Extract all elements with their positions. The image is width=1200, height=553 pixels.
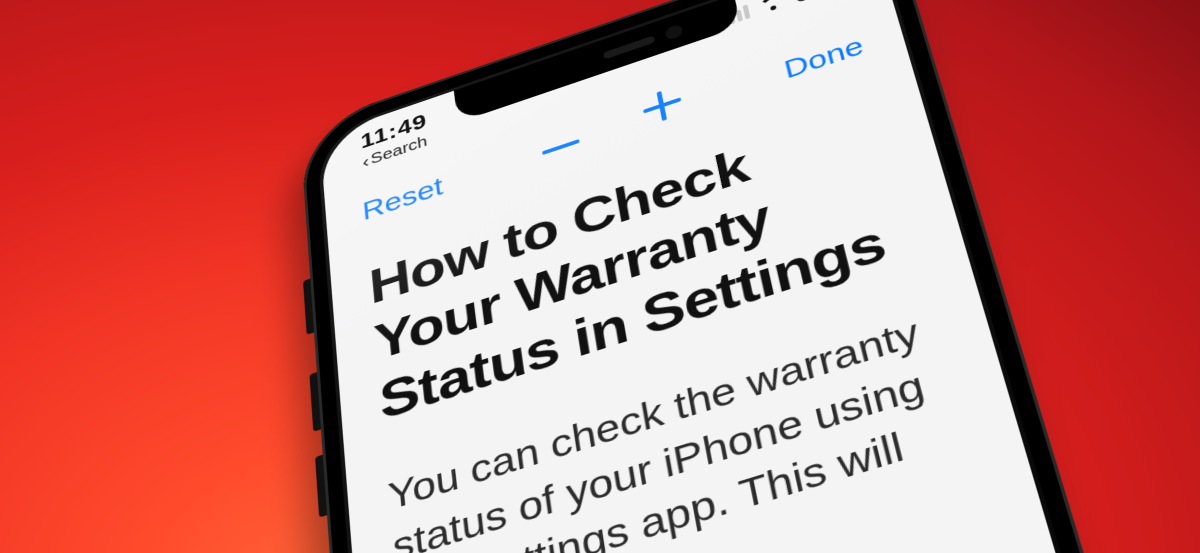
chevron-left-icon: ‹ <box>362 153 370 171</box>
decrease-text-button[interactable] <box>539 120 582 167</box>
status-bar-left: 11:49 ‹ Search <box>360 109 431 171</box>
wifi-icon <box>758 0 786 14</box>
status-bar-right: ⚡︎ <box>720 0 839 28</box>
iphone-screen: 11:49 ‹ Search ⚡︎ Reset Done <box>320 0 1200 553</box>
reset-button[interactable]: Reset <box>361 171 444 226</box>
increase-text-button[interactable] <box>641 88 686 135</box>
minus-icon <box>542 139 580 155</box>
plus-icon <box>640 85 683 126</box>
battery-charging-icon: ⚡︎ <box>794 0 839 3</box>
photo-stage: 11:49 ‹ Search ⚡︎ Reset Done <box>0 0 1200 553</box>
iphone-device: 11:49 ‹ Search ⚡︎ Reset Done <box>300 0 1200 553</box>
done-button[interactable]: Done <box>781 31 867 85</box>
